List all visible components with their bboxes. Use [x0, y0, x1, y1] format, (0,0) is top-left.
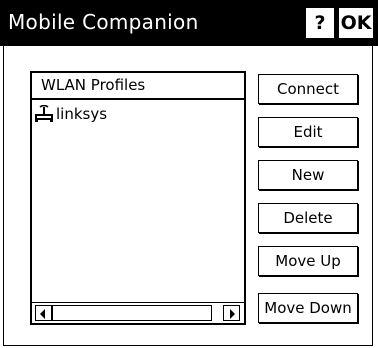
arrow-right-icon	[230, 309, 235, 319]
arrow-left-icon	[40, 309, 45, 319]
new-button[interactable]: New	[258, 160, 358, 190]
delete-button[interactable]: Delete	[258, 203, 358, 233]
ok-button[interactable]: OK	[339, 8, 373, 38]
horizontal-scrollbar[interactable]	[32, 302, 244, 323]
scroll-left-button[interactable]	[35, 305, 52, 321]
list-item-label: linksys	[56, 105, 108, 123]
wlan-profiles-list[interactable]: WLAN Profiles linksys	[30, 71, 246, 325]
connect-button[interactable]: Connect	[258, 74, 358, 104]
scroll-right-button[interactable]	[223, 305, 240, 321]
help-button[interactable]: ?	[306, 8, 334, 38]
move-down-button[interactable]: Move Down	[258, 293, 358, 323]
network-adapter-icon	[35, 105, 53, 122]
list-header[interactable]: WLAN Profiles	[32, 73, 244, 100]
title-bar: Mobile Companion ? OK	[0, 0, 378, 46]
move-up-button[interactable]: Move Up	[258, 246, 358, 276]
scroll-thumb[interactable]	[52, 305, 212, 321]
list-item[interactable]: linksys	[34, 104, 107, 124]
edit-button[interactable]: Edit	[258, 117, 358, 147]
window-title: Mobile Companion	[8, 10, 199, 34]
